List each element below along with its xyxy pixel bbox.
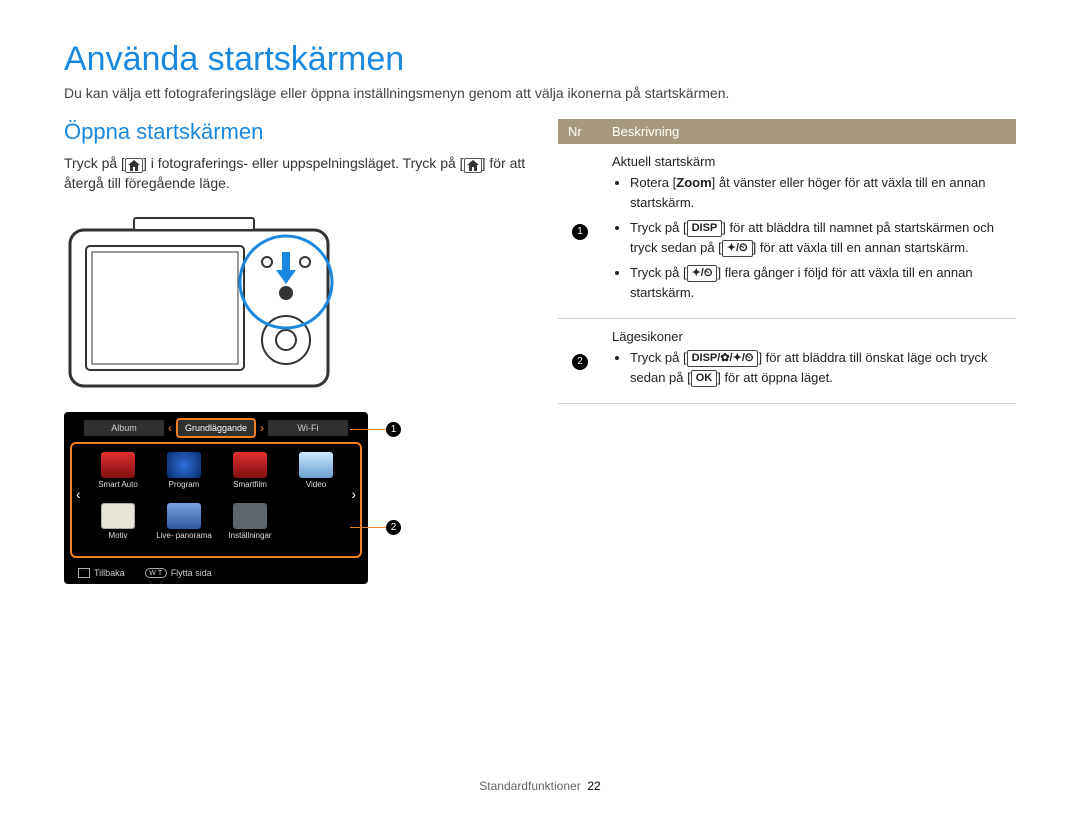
chevron-left-icon: ‹: [76, 486, 81, 502]
tab-wifi: Wi-Fi: [268, 420, 348, 436]
intro-text: Du kan välja ett fotograferingsläge elle…: [64, 85, 1016, 101]
home-icon: [78, 568, 90, 578]
row1-bullet2: Tryck på [DISP] för att bläddra till nam…: [630, 218, 1006, 257]
mode-program: Program: [156, 452, 212, 497]
row1-lead: Aktuell startskärm: [612, 154, 1006, 169]
mode-smart-auto: Smart Auto: [90, 452, 146, 497]
table-row: 1 Aktuell startskärm Rotera [Zoom] åt vä…: [558, 144, 1016, 319]
mode-grid: Smart Auto Program Smartfilm Video Motiv…: [90, 452, 342, 548]
page-footer: Standardfunktioner 22: [0, 779, 1080, 793]
row-number-2: 2: [572, 354, 588, 370]
section-subtitle: Öppna startskärmen: [64, 119, 534, 145]
tab-basic: Grundläggande: [176, 418, 256, 438]
ok-button-icon: OK: [691, 370, 718, 387]
chevron-right-icon: ›: [258, 422, 266, 434]
chevron-right-icon: ›: [351, 486, 356, 502]
table-head-nr: Nr: [558, 119, 602, 144]
row-number-1: 1: [572, 224, 588, 240]
mode-live-panorama: Live- panorama: [156, 503, 212, 548]
mode-video: Video: [288, 452, 344, 497]
callout-2: 2: [350, 520, 401, 535]
table-row: 2 Lägesikoner Tryck på [DISP/✿/✦/⏲] för …: [558, 319, 1016, 404]
camera-diagram: [64, 208, 534, 398]
flash-timer-icon: ✦/⏲: [687, 265, 718, 282]
disp-button-icon: DISP: [687, 220, 723, 237]
disp-nav-icons: DISP/✿/✦/⏲: [687, 350, 759, 367]
flash-timer-icon: ✦/⏲: [722, 240, 753, 257]
home-icon: [464, 158, 482, 173]
home-icon: [125, 158, 143, 173]
mode-settings: Inställningar: [222, 503, 278, 548]
page-title: Använda startskärmen: [64, 40, 1016, 79]
chevron-left-icon: ‹: [166, 422, 174, 434]
row1-bullet3: Tryck på [✦/⏲] flera gånger i följd för …: [630, 263, 1006, 302]
row2-lead: Lägesikoner: [612, 329, 1006, 344]
row2-bullet1: Tryck på [DISP/✿/✦/⏲] för att bläddra ti…: [630, 348, 1006, 387]
description-table: Nr Beskrivning 1 Aktuell startskärm Rote…: [558, 119, 1016, 404]
home-screen-preview: Album ‹ Grundläggande › Wi-Fi ‹ › Smart …: [64, 412, 368, 584]
home-tabs: Album ‹ Grundläggande › Wi-Fi: [70, 418, 362, 438]
tab-album: Album: [84, 420, 164, 436]
instruction-paragraph: Tryck på [ ] i fotograferings- eller upp…: [64, 153, 534, 194]
row1-bullet1: Rotera [Zoom] åt vänster eller höger för…: [630, 173, 1006, 212]
callout-1: 1: [350, 422, 401, 437]
table-head-desc: Beskrivning: [602, 119, 1016, 144]
mode-smartfilm: Smartfilm: [222, 452, 278, 497]
mode-scene: Motiv: [90, 503, 146, 548]
preview-footer-bar: Tillbaka W TFlytta sida: [70, 564, 362, 578]
